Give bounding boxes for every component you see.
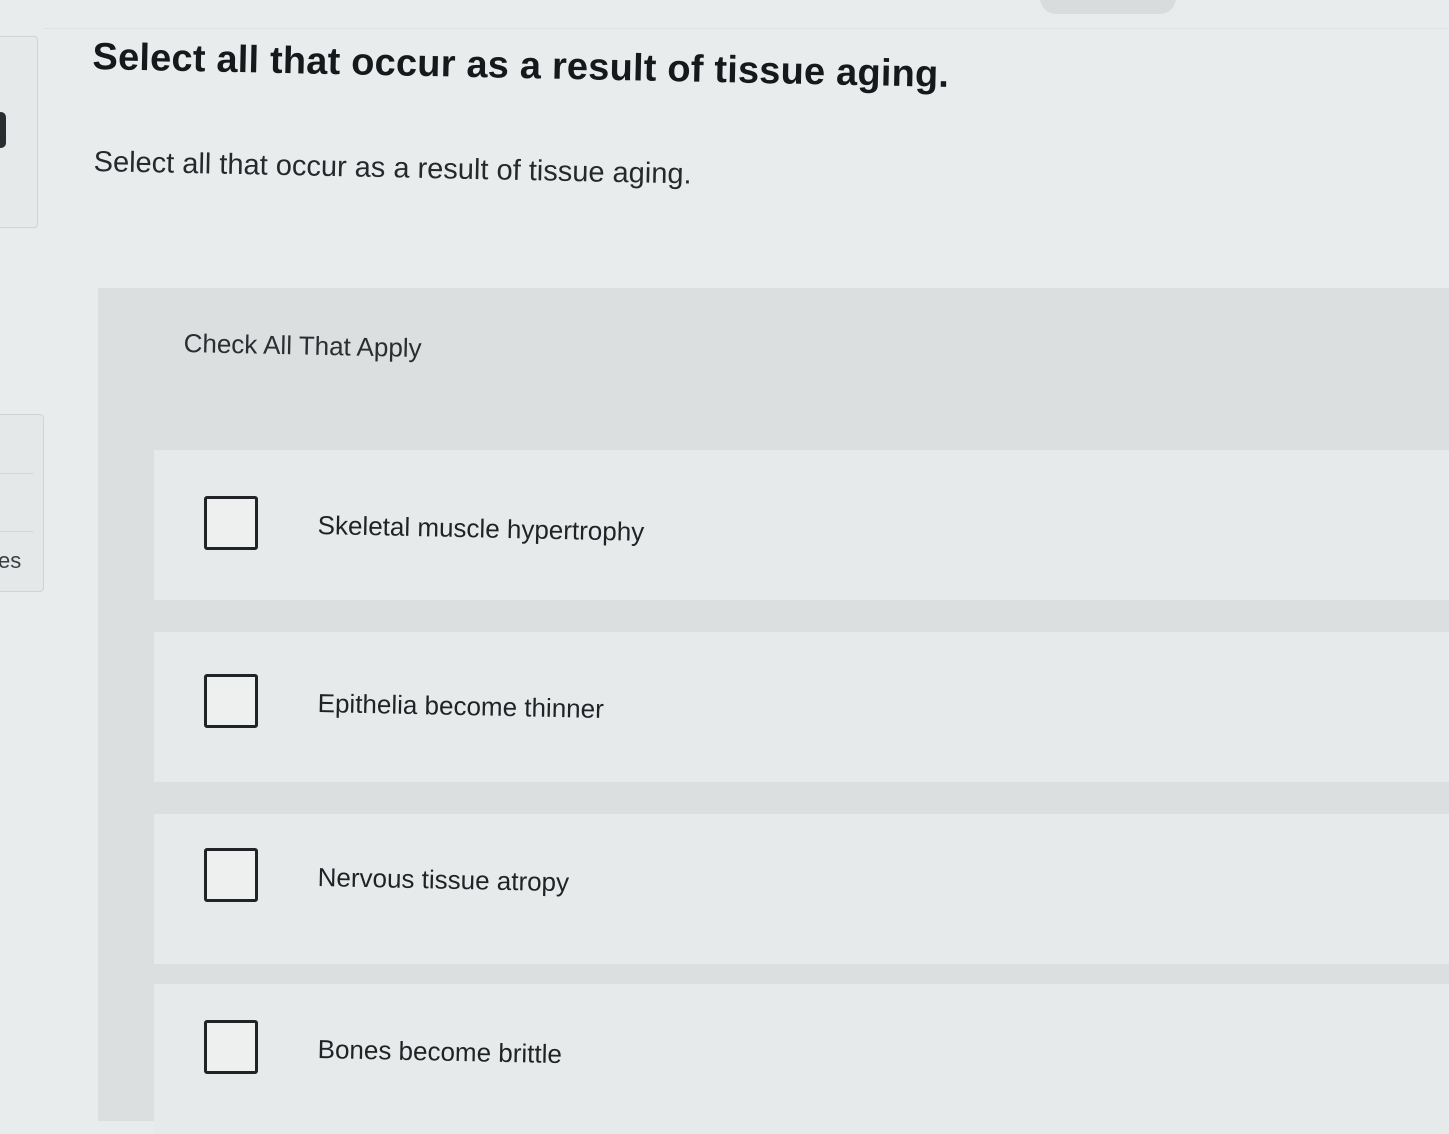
answer-option[interactable]: Bones become brittle bbox=[154, 984, 1449, 1134]
answer-panel: Check All That Apply Skeletal muscle hyp… bbox=[98, 288, 1449, 1134]
option-label[interactable]: Nervous tissue atropy bbox=[317, 862, 569, 898]
answer-option[interactable]: Skeletal muscle hypertrophy bbox=[154, 450, 1449, 600]
question-prompt: Select all that occur as a result of tis… bbox=[93, 146, 692, 191]
header-divider bbox=[44, 28, 1449, 29]
answer-option[interactable]: Epithelia become thinner bbox=[154, 632, 1449, 782]
sidebar-divider bbox=[0, 473, 33, 474]
instruction-label: Check All That Apply bbox=[183, 328, 422, 363]
option-label[interactable]: Epithelia become thinner bbox=[317, 688, 604, 725]
option-checkbox[interactable] bbox=[204, 674, 258, 728]
left-rail: es bbox=[0, 0, 44, 1121]
page-title: Select all that occur as a result of tis… bbox=[92, 36, 950, 96]
answer-option[interactable]: Nervous tissue atropy bbox=[154, 814, 1449, 964]
option-checkbox[interactable] bbox=[204, 848, 258, 902]
sidebar-divider bbox=[0, 531, 33, 532]
sidebar-marker bbox=[0, 112, 6, 148]
option-label[interactable]: Bones become brittle bbox=[317, 1034, 562, 1070]
sidebar-item-label[interactable]: es bbox=[0, 548, 21, 574]
option-checkbox[interactable] bbox=[204, 1020, 258, 1074]
option-label[interactable]: Skeletal muscle hypertrophy bbox=[317, 510, 644, 548]
top-toolbar-button[interactable] bbox=[1040, 0, 1176, 14]
option-checkbox[interactable] bbox=[204, 496, 258, 550]
